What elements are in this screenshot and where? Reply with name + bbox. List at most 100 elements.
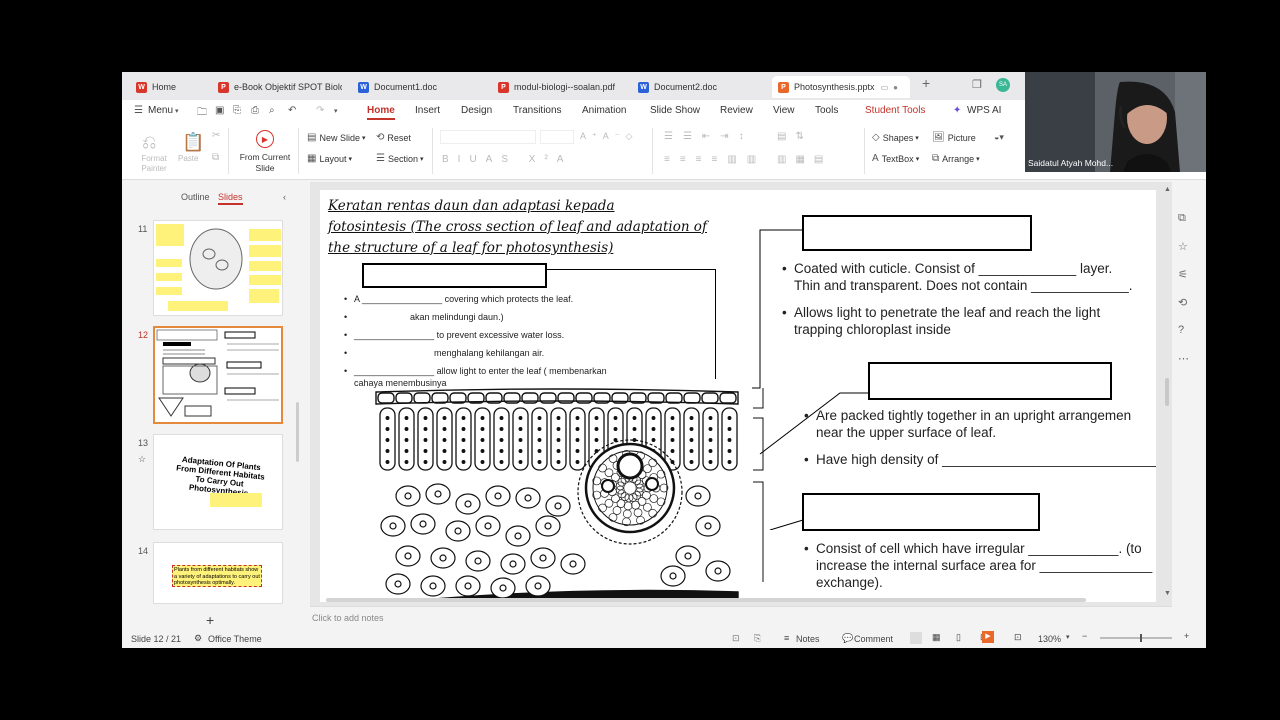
play-icon[interactable]: ▶ (256, 130, 274, 148)
star-icon[interactable]: ☆ (1178, 240, 1188, 253)
cut-icon[interactable]: ✂ (212, 130, 220, 141)
fit-icon[interactable]: ⊡ (732, 633, 740, 644)
tab-animation[interactable]: Animation (582, 105, 626, 116)
slide-thumb-12[interactable] (153, 326, 283, 424)
add-slide-icon[interactable]: + (206, 612, 214, 628)
scroll-down-icon[interactable]: ▼ (1164, 590, 1171, 597)
zoom-level[interactable]: 130% (1038, 634, 1061, 644)
zoom-slider-thumb[interactable] (1140, 634, 1142, 642)
open-folder-icon[interactable]: 🗀 (197, 105, 207, 122)
reset-button[interactable]: ⟲ Reset (376, 132, 411, 143)
star-icon[interactable]: ☆ (138, 454, 146, 465)
new-tab-icon[interactable]: + (922, 75, 930, 91)
print-icon[interactable]: ⎙ (251, 105, 259, 116)
monitor-icon[interactable]: ▭ (881, 83, 889, 92)
notes-toggle[interactable]: Notes (796, 634, 820, 644)
upper-epidermis-answer-box[interactable] (362, 263, 547, 288)
horizontal-scrollbar[interactable] (326, 598, 1086, 602)
format-painter-icon[interactable]: ⎌ (142, 132, 156, 153)
zoom-out-icon[interactable]: − (1082, 631, 1087, 641)
slide-sorter-icon[interactable]: ▦ (932, 632, 941, 643)
more-icon[interactable]: ⋯ (1178, 352, 1189, 365)
hamburger-icon[interactable]: ☰ (134, 105, 143, 116)
paste-icon[interactable]: 📋 (182, 132, 204, 153)
format-painter-button[interactable]: Format Painter (134, 154, 174, 174)
avatar[interactable]: SA (996, 78, 1010, 92)
fit-window-icon[interactable]: ⊡ (1014, 632, 1022, 643)
normal-view-icon[interactable] (910, 632, 922, 644)
export-icon[interactable]: ⎘ (233, 105, 241, 116)
print-preview-icon[interactable]: ⌕ (269, 105, 275, 116)
palisade-label-box[interactable] (868, 362, 1112, 400)
tab-document2[interactable]: W Document2.doc (632, 76, 762, 98)
copy-icon[interactable]: ⧉ (212, 152, 219, 163)
slide-thumb-13[interactable]: Adaptation Of Plants From Different Habi… (153, 434, 283, 530)
paste-button[interactable]: Paste (178, 154, 198, 163)
textbox-button[interactable]: A TextBox ▾ (872, 153, 919, 164)
theme-name[interactable]: Office Theme (208, 634, 262, 644)
fill-icon[interactable]: ◒▾ (994, 132, 1004, 143)
section-button[interactable]: ☰ Section ▾ (376, 153, 424, 164)
notes-placeholder[interactable]: Click to add notes (312, 613, 384, 623)
align-icons[interactable]: ≡≡≡≡▥▥ (664, 154, 766, 165)
chevron-down-icon[interactable]: ▾ (334, 107, 338, 115)
from-current-slide-button[interactable]: From Current Slide (238, 152, 292, 174)
redo-icon[interactable]: ↷ (316, 105, 324, 116)
tab-transitions[interactable]: Transitions (513, 105, 562, 116)
export-icon[interactable]: ⎘ (754, 633, 761, 644)
tab-document1[interactable]: W Document1.doc (352, 76, 482, 98)
slide-canvas[interactable]: Keratan rentas daun dan adaptasi kepada … (320, 190, 1156, 602)
text-direction-icons[interactable]: ▤⇅ (777, 131, 813, 142)
slide-thumb-14[interactable]: Plants from different habitats show a va… (153, 542, 283, 604)
tab-outline[interactable]: Outline (181, 192, 210, 202)
picture-button[interactable]: 🖼 Picture (932, 132, 976, 143)
tab-photosynthesis[interactable]: P Photosynthesis.pptx ▭ ● (772, 76, 910, 98)
tab-slide-show[interactable]: Slide Show (650, 105, 700, 116)
save-icon[interactable]: ▣ (215, 105, 224, 116)
slideshow-play-icon[interactable]: ▶ (982, 631, 994, 643)
tab-student-tools[interactable]: Student Tools (865, 105, 925, 116)
tab-home[interactable]: W Home (130, 76, 210, 98)
new-slide-button[interactable]: ▤ New Slide ▾ (307, 132, 366, 143)
slide-thumb-11[interactable] (153, 220, 283, 316)
vertical-scrollbar[interactable]: ▲ ▼ (1162, 182, 1172, 606)
shapes-button[interactable]: ◇ Shapes ▾ (872, 132, 919, 143)
menu-button[interactable]: Menu (148, 105, 173, 116)
font-name-select[interactable] (440, 130, 536, 144)
text-format-icons[interactable]: BIUAS X²A (442, 154, 572, 165)
zoom-slider[interactable] (1100, 634, 1172, 642)
list-icons[interactable]: ☰☰⇤⇥↕ (664, 131, 754, 142)
settings-sliders-icon[interactable]: ⚟ (1178, 268, 1188, 281)
column-icons[interactable]: ▥▦▤ (777, 154, 832, 165)
undo-icon[interactable]: ↶ (288, 105, 296, 116)
scrollbar-thumb[interactable] (1165, 378, 1169, 406)
help-icon[interactable]: ? (1178, 324, 1184, 336)
tab-ebook[interactable]: P e-Book Objektif SPOT Biolog (212, 76, 344, 98)
comment-toggle[interactable]: Comment (854, 634, 893, 644)
tab-review[interactable]: Review (720, 105, 753, 116)
reading-view-icon[interactable]: ▯ (956, 632, 961, 643)
layout-button[interactable]: ▦ Layout ▾ (307, 153, 352, 164)
panel-scrollbar[interactable] (296, 402, 299, 462)
tab-home-ribbon[interactable]: Home (367, 105, 395, 120)
spongy-label-box[interactable] (802, 493, 1040, 531)
tab-wps-ai[interactable]: WPS AI (967, 105, 1001, 116)
scroll-up-icon[interactable]: ▲ (1164, 186, 1171, 193)
arrange-button[interactable]: ⧉ Arrange ▾ (932, 153, 980, 164)
font-size-select[interactable] (540, 130, 574, 144)
chevron-down-icon[interactable]: ▾ (175, 107, 179, 115)
tab-insert[interactable]: Insert (415, 105, 440, 116)
tab-view[interactable]: View (773, 105, 795, 116)
collapse-panel-icon[interactable]: ‹ (283, 192, 286, 202)
zoom-in-icon[interactable]: + (1184, 631, 1189, 641)
tab-design[interactable]: Design (461, 105, 492, 116)
window-restore-icon[interactable]: ❐ (972, 78, 982, 91)
font-size-adjust-icons[interactable]: A⁺A⁻◇ (580, 131, 638, 142)
history-icon[interactable]: ⟲ (1178, 296, 1187, 309)
tab-modul-biologi[interactable]: P modul-biologi--soalan.pdf (492, 76, 627, 98)
chevron-down-icon[interactable]: ▾ (1066, 633, 1070, 641)
tab-slides[interactable]: Slides (218, 192, 243, 205)
tab-tools[interactable]: Tools (815, 105, 838, 116)
properties-icon[interactable]: ⧉ (1178, 212, 1186, 225)
upper-epidermis-label-box[interactable] (802, 215, 1032, 251)
